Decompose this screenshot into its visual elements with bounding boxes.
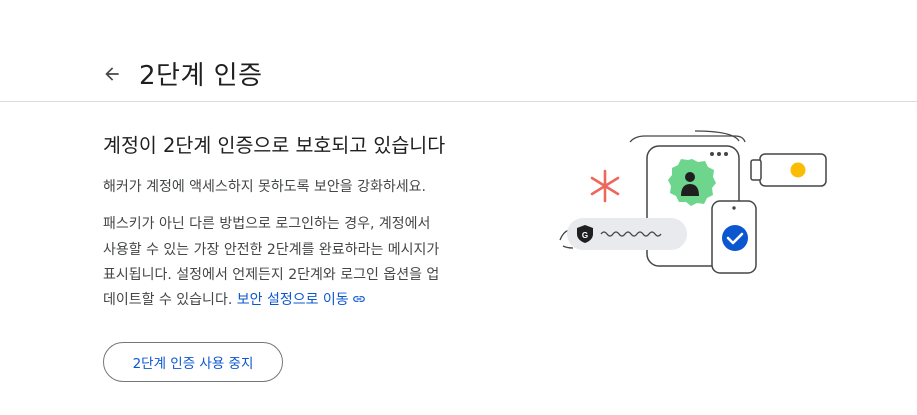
description-line: 사용할 수 있는 가장 안전한 2단계를 완료하라는 메시지가	[103, 241, 440, 258]
phone-icon	[711, 200, 757, 274]
back-button[interactable]	[96, 58, 128, 90]
link-icon	[352, 296, 365, 303]
intro-text: 해커가 계정에 액세스하지 못하도록 보안을 강화하세요.	[103, 179, 426, 195]
main-content: 계정이 2단계 인증으로 보호되고 있습니다 해커가 계정에 액세스하지 못하도…	[103, 130, 523, 313]
description-line: 표시됩니다. 설정에서 언제든지 2단계와 로그인 옵션을 업	[103, 266, 440, 283]
security-settings-link-label: 보안 설정으로 이동	[236, 292, 349, 309]
turn-off-2sv-button[interactable]: 2단계 인증 사용 중지	[103, 342, 283, 382]
section-heading: 계정이 2단계 인증으로 보호되고 있습니다	[103, 134, 446, 157]
arrow-back-icon	[105, 67, 119, 81]
page-title: 2단계 인증	[139, 61, 263, 91]
page-header: 2단계 인증	[0, 0, 917, 102]
description-text: 패스키가 아닌 다른 방법으로 로그인하는 경우, 계정에서 사용할 수 있는 …	[103, 212, 523, 313]
security-key-icon	[750, 153, 827, 187]
badge-letter: G	[582, 231, 588, 240]
description-line-last: 데이트할 수 있습니다. 보안 설정으로 이동	[103, 288, 523, 313]
decor-line	[629, 135, 746, 143]
security-settings-link[interactable]: 보안 설정으로 이동	[237, 292, 366, 308]
description-line-text: 데이트할 수 있습니다.	[103, 292, 233, 309]
password-pill: G	[559, 218, 687, 250]
security-illustration: G	[559, 130, 827, 274]
asterisk-icon	[590, 169, 620, 203]
description-line: 패스키가 아닌 다른 방법으로 로그인하는 경우, 계정에서	[103, 216, 431, 233]
